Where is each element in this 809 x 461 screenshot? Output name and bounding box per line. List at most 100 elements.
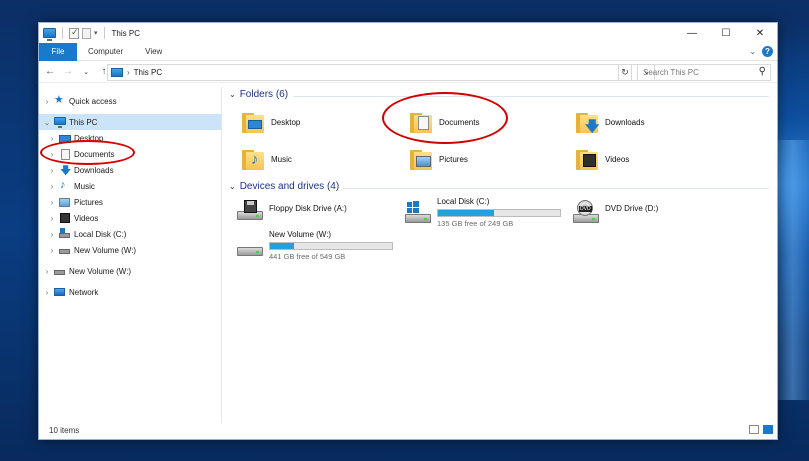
- breadcrumb-this-pc[interactable]: This PC: [134, 68, 162, 77]
- folder-label: Music: [271, 154, 292, 164]
- drive-dvd-d[interactable]: DVD DVD Drive (D:): [573, 197, 658, 229]
- forward-arrow-icon[interactable]: →: [61, 66, 75, 77]
- sidebar-item-videos[interactable]: › Videos: [39, 210, 221, 226]
- breadcrumb-chevron-icon[interactable]: ›: [127, 68, 130, 77]
- sidebar-item-network[interactable]: › Network: [39, 284, 221, 300]
- collapse-chevron-icon[interactable]: ⌄: [229, 90, 236, 99]
- videos-folder-icon: [575, 147, 599, 171]
- drive-usage-bar: [269, 242, 393, 250]
- folder-desktop[interactable]: Desktop: [241, 107, 300, 137]
- drive-icon: [54, 266, 66, 277]
- videos-icon: [59, 212, 71, 224]
- minimize-button[interactable]: —: [675, 23, 709, 43]
- expand-chevron-icon[interactable]: ›: [47, 246, 57, 255]
- floppy-drive-icon: [237, 200, 263, 226]
- downloads-folder-icon: 🡇: [575, 110, 599, 134]
- drive-free-space: 135 GB free of 249 GB: [437, 219, 514, 228]
- folder-label: Videos: [605, 154, 630, 164]
- sidebar-item-downloads[interactable]: › 🡇 Downloads: [39, 162, 221, 178]
- quick-access-toolbar: ▾: [43, 27, 108, 41]
- new-folder-icon[interactable]: [82, 27, 91, 39]
- folder-label: Pictures: [439, 154, 468, 164]
- help-icon[interactable]: ?: [762, 46, 773, 57]
- network-icon: [54, 287, 66, 298]
- search-input[interactable]: Search This PC ⚲: [637, 64, 771, 81]
- sidebar-item-label: Pictures: [74, 197, 103, 207]
- back-arrow-icon[interactable]: ←: [43, 66, 57, 77]
- drive-local-disk-c[interactable]: Local Disk (C:) 135 GB free of 249 GB: [405, 197, 561, 229]
- drive-label: Floppy Disk Drive (A:): [269, 204, 347, 213]
- desktop-folder-icon: [241, 110, 265, 134]
- sidebar-item-this-pc[interactable]: ⌄ This PC: [39, 114, 221, 130]
- address-bar[interactable]: › This PC ⌄: [107, 64, 655, 81]
- tiles-view-icon[interactable]: [763, 425, 773, 434]
- search-icon: ⚲: [758, 66, 766, 77]
- expand-chevron-icon[interactable]: ›: [47, 230, 57, 239]
- expand-chevron-icon[interactable]: ›: [42, 288, 52, 297]
- expand-chevron-icon[interactable]: ›: [47, 198, 57, 207]
- drive-icon: [59, 245, 71, 256]
- expand-chevron-icon[interactable]: ›: [42, 97, 52, 106]
- group-divider: [343, 188, 769, 189]
- view-switcher: [749, 425, 773, 434]
- drive-label: Local Disk (C:): [437, 197, 490, 206]
- group-title: Devices and drives (4): [239, 181, 340, 192]
- devices-group-header[interactable]: ⌄ Devices and drives (4): [229, 181, 339, 192]
- pictures-icon: [59, 197, 71, 208]
- recent-locations-chevron-icon[interactable]: ⌄: [79, 68, 93, 76]
- maximize-button[interactable]: ☐: [709, 23, 743, 43]
- refresh-icon: ↻: [621, 67, 629, 77]
- expand-chevron-icon[interactable]: ›: [47, 134, 57, 143]
- sidebar-item-new-volume-w[interactable]: › New Volume (W:): [39, 242, 221, 258]
- folder-music[interactable]: ♪ Music: [241, 144, 292, 174]
- folders-group-header[interactable]: ⌄ Folders (6): [229, 89, 288, 100]
- drive-usage-bar: [437, 209, 561, 217]
- collapse-chevron-icon[interactable]: ⌄: [229, 182, 236, 191]
- folder-downloads[interactable]: 🡇 Downloads: [575, 107, 645, 137]
- pictures-folder-icon: [409, 147, 433, 171]
- status-bar: 10 items: [39, 421, 777, 439]
- sidebar-item-quick-access[interactable]: › ★ Quick access: [39, 93, 221, 109]
- drive-label: DVD Drive (D:): [605, 204, 659, 213]
- windows-drive-icon: [405, 200, 431, 226]
- refresh-button[interactable]: ↻: [618, 64, 632, 81]
- annotation-circle-nav-documents: [40, 140, 135, 165]
- drive-new-volume-w[interactable]: New Volume (W:) 441 GB free of 549 GB: [237, 230, 393, 262]
- sidebar-item-label: Local Disk (C:): [74, 229, 127, 239]
- sidebar-item-label: New Volume (W:): [74, 245, 137, 255]
- window-title: This PC: [111, 28, 140, 38]
- collapse-chevron-icon[interactable]: ⌄: [42, 118, 52, 127]
- expand-chevron-icon[interactable]: ›: [47, 182, 57, 191]
- sidebar-item-new-volume-w-root[interactable]: › New Volume (W:): [39, 263, 221, 279]
- expand-ribbon-chevron-icon[interactable]: ⌄: [749, 47, 756, 56]
- folder-label: Desktop: [271, 117, 301, 127]
- details-view-icon[interactable]: [749, 425, 759, 434]
- music-icon: ♪: [60, 178, 66, 191]
- drive-usage-fill: [438, 210, 495, 216]
- drive-label: New Volume (W:): [269, 230, 332, 239]
- drive-floppy-a[interactable]: Floppy Disk Drive (A:): [237, 197, 347, 229]
- dvd-drive-icon: DVD: [573, 200, 599, 226]
- ribbon-tabs: File Computer View ⌄ ?: [39, 42, 777, 61]
- sidebar-item-pictures[interactable]: › Pictures: [39, 194, 221, 210]
- computer-icon: [54, 116, 66, 128]
- customize-toolbar-chevron-icon[interactable]: ▾: [94, 29, 98, 37]
- expand-chevron-icon[interactable]: ›: [47, 166, 57, 175]
- star-icon: ★: [54, 93, 64, 106]
- title-bar: ▾ This PC — ☐ ✕: [39, 23, 777, 43]
- sidebar-item-local-disk-c[interactable]: › Local Disk (C:): [39, 226, 221, 242]
- sidebar-item-label: Videos: [74, 213, 99, 223]
- tab-file[interactable]: File: [39, 42, 77, 61]
- file-explorer-window: ▾ This PC — ☐ ✕ File Computer View ⌄ ? ←…: [38, 22, 778, 440]
- sidebar-item-music[interactable]: › ♪ Music: [39, 178, 221, 194]
- folder-pictures[interactable]: Pictures: [409, 144, 468, 174]
- expand-chevron-icon[interactable]: ›: [42, 267, 52, 276]
- expand-chevron-icon[interactable]: ›: [47, 214, 57, 223]
- folder-videos[interactable]: Videos: [575, 144, 629, 174]
- close-button[interactable]: ✕: [743, 23, 777, 43]
- tab-view[interactable]: View: [134, 43, 173, 61]
- properties-icon[interactable]: [69, 27, 79, 39]
- tab-computer[interactable]: Computer: [77, 43, 134, 61]
- divider: [62, 27, 63, 39]
- item-count: 10 items: [49, 425, 80, 435]
